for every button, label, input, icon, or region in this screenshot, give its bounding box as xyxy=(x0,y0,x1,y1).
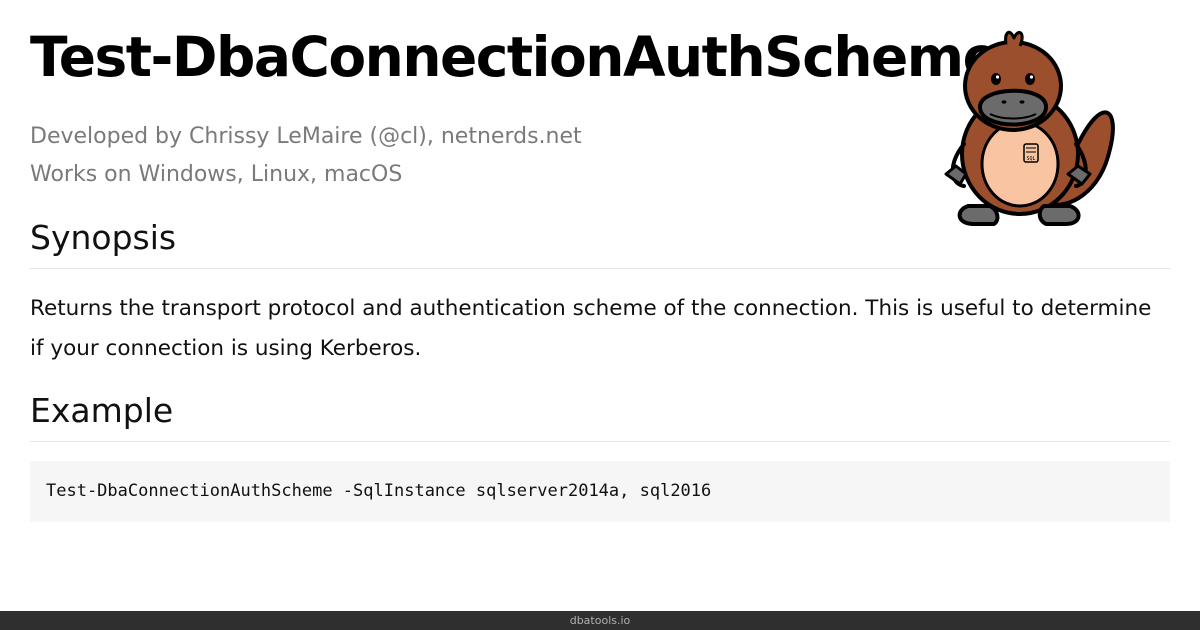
example-heading: Example xyxy=(30,389,1170,442)
example-code: Test-DbaConnectionAuthScheme -SqlInstanc… xyxy=(46,481,712,501)
page-title: Test-DbaConnectionAuthScheme xyxy=(30,25,1000,89)
platforms-line: Works on Windows, Linux, macOS xyxy=(30,162,403,187)
footer: dbatools.io xyxy=(0,611,1200,630)
platypus-mascot-icon: SQL xyxy=(944,30,1115,226)
synopsis-heading: Synopsis xyxy=(30,216,1170,269)
mascot-badge-text: SQL xyxy=(1026,156,1035,162)
synopsis-text: Returns the transport protocol and authe… xyxy=(30,296,1152,361)
command-meta: Developed by Chrissy LeMaire (@cl), netn… xyxy=(30,118,582,194)
example-code-block: Test-DbaConnectionAuthScheme -SqlInstanc… xyxy=(30,461,1170,522)
page: Test-DbaConnectionAuthScheme Developed b… xyxy=(0,0,1200,630)
developer-line: Developed by Chrissy LeMaire (@cl), netn… xyxy=(30,124,582,149)
footer-text[interactable]: dbatools.io xyxy=(570,614,631,627)
